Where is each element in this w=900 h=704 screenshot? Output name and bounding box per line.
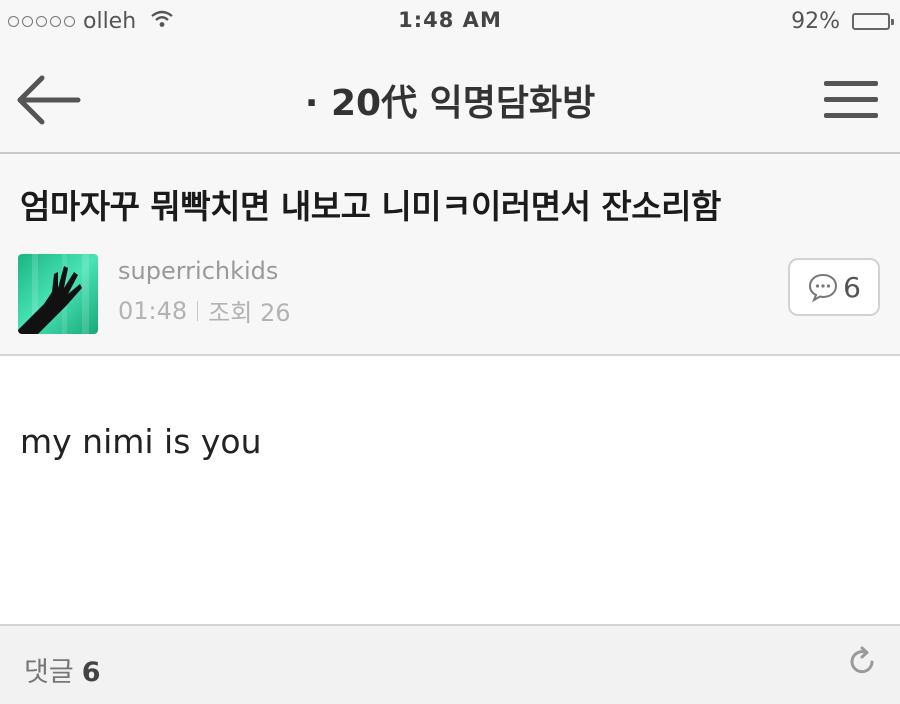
post-body-text: my nimi is you xyxy=(20,422,262,461)
page-title: · 20代 익명담화방 xyxy=(304,83,596,124)
author-name[interactable]: superrichkids xyxy=(118,257,278,285)
refresh-button[interactable] xyxy=(842,642,882,682)
avatar[interactable] xyxy=(18,254,98,334)
view-count: 조회 26 xyxy=(208,299,291,327)
meta-divider xyxy=(197,300,199,321)
nav-bar: · 20代 익명담화방 xyxy=(0,46,900,154)
menu-button[interactable] xyxy=(822,78,880,122)
comment-count-button[interactable]: 6 xyxy=(788,258,880,316)
comments-bar[interactable]: 댓글 6 xyxy=(0,624,900,704)
comments-label: 댓글 6 xyxy=(24,650,100,689)
comments-count: 6 xyxy=(81,657,101,688)
status-right: 92% xyxy=(763,8,894,34)
hamburger-menu-icon xyxy=(824,81,878,118)
status-bar: olleh 1:48 AM 92% xyxy=(0,0,900,46)
post-time: 01:48 xyxy=(118,296,188,325)
refresh-icon xyxy=(850,646,874,674)
post-body: my nimi is you xyxy=(0,356,900,624)
post-title: 엄마자꾸 뭐빡치면 내보고 니미ㅋ이러면서 잔소리함 xyxy=(20,187,721,226)
post-meta: 01:48 조회 26 xyxy=(118,293,291,328)
comment-count: 6 xyxy=(843,270,861,304)
hand-silhouette-icon xyxy=(18,254,98,334)
post-header: 엄마자꾸 뭐빡치면 내보고 니미ㅋ이러면서 잔소리함 superrichkids… xyxy=(0,154,900,356)
moon-icon xyxy=(763,8,785,34)
comment-bubble-icon xyxy=(809,273,838,302)
battery-icon xyxy=(852,12,894,30)
battery-percent: 92% xyxy=(791,8,840,34)
comments-label-text: 댓글 xyxy=(24,657,74,688)
